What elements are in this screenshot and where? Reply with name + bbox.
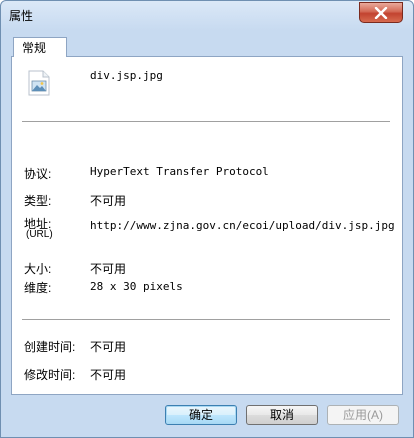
ok-button[interactable]: 确定 [165,405,237,425]
title-bar[interactable]: 属性 [1,1,413,31]
image-file-icon [28,70,50,96]
created-value: 不可用 [90,340,127,354]
address-sublabel: (URL) [26,229,53,240]
separator [22,319,390,321]
modified-label: 修改时间: [24,368,76,382]
dimensions-label: 维度: [24,281,52,295]
separator [22,121,390,123]
address-value: http://www.zjna.gov.cn/ecoi/upload/div.j… [90,219,395,232]
close-button[interactable] [359,2,403,23]
type-label: 类型: [24,194,52,208]
window-title: 属性 [9,9,34,23]
general-panel: div.jsp.jpg 协议: HyperText Transfer Proto… [11,56,403,395]
modified-value: 不可用 [90,368,127,382]
apply-button[interactable]: 应用(A) [327,405,399,425]
file-name: div.jsp.jpg [90,69,163,82]
protocol-label: 协议: [24,167,52,181]
created-label: 创建时间: [24,340,76,354]
cancel-button[interactable]: 取消 [246,405,318,425]
size-value: 不可用 [90,262,127,276]
size-label: 大小: [24,262,52,276]
properties-dialog: 属性 常规 div.jsp.jpg 协议: HyperText Transfer… [0,0,414,438]
tab-general[interactable]: 常规 [13,37,67,57]
dimensions-value: 28 x 30 pixels [90,280,183,293]
type-value: 不可用 [90,194,127,208]
protocol-value: HyperText Transfer Protocol [90,165,269,178]
close-icon [374,6,388,19]
